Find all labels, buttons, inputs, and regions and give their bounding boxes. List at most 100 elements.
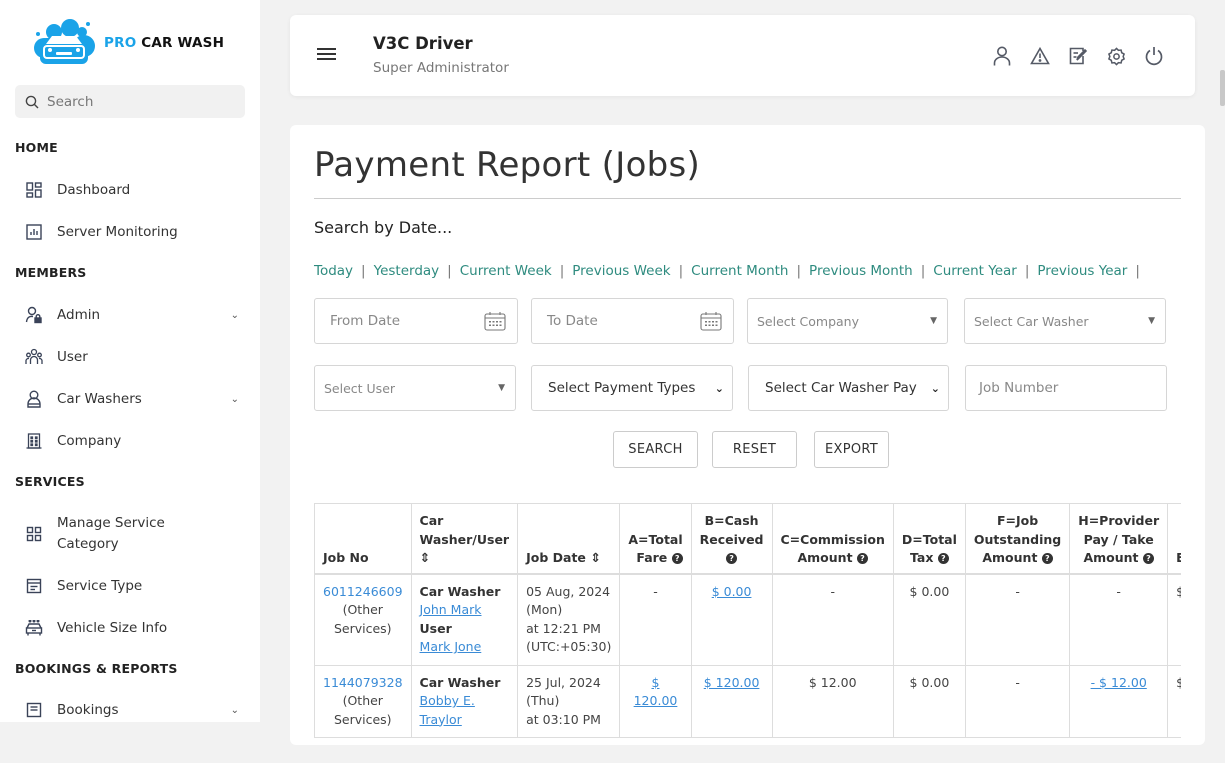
help-icon[interactable]: ?: [856, 553, 868, 564]
select-car-washer-pay-dropdown[interactable]: Select Car Washer Pay ⌄: [748, 365, 949, 411]
range-current-week[interactable]: Current Week: [460, 263, 552, 279]
sidebar-item-server-monitoring[interactable]: Server Monitoring: [24, 222, 244, 242]
sidebar-item-vehicle-size-info[interactable]: Vehicle Size Info: [24, 618, 244, 638]
help-icon[interactable]: ?: [1041, 553, 1053, 564]
sort-icon[interactable]: ⇕: [590, 550, 600, 565]
job-no-link[interactable]: 1144079328: [323, 675, 403, 690]
sidebar-item-bookings[interactable]: Bookings ⌄: [24, 700, 244, 720]
sidebar-search-placeholder: Search: [47, 93, 94, 110]
brand-logo[interactable]: PRO CAR WASH: [30, 18, 224, 68]
help-icon[interactable]: ?: [671, 553, 683, 564]
help-icon[interactable]: ?: [1142, 553, 1154, 564]
sidebar-item-car-washers[interactable]: Car Washers ⌄: [24, 389, 244, 409]
brand-name: PRO CAR WASH: [104, 35, 224, 51]
sidebar-item-service-type[interactable]: Service Type: [24, 576, 244, 596]
brand-pro: PRO: [104, 35, 137, 51]
sidebar-item-label: Server Monitoring: [57, 224, 178, 240]
cell-commission: $ 12.00: [771, 664, 894, 738]
cash-received-link[interactable]: $ 0.00: [712, 584, 752, 599]
select-company-dropdown[interactable]: Select Company ▼: [747, 298, 948, 344]
date-line: 25 Jul, 2024: [526, 674, 601, 690]
sidebar-item-admin[interactable]: Admin ⌄: [24, 305, 244, 325]
range-previous-week[interactable]: Previous Week: [572, 263, 670, 279]
profile-icon[interactable]: [991, 45, 1013, 67]
col-car-washer-user[interactable]: Car Washer/User ⇕: [410, 503, 519, 574]
alert-icon[interactable]: [1029, 45, 1051, 67]
select-company-placeholder: Select Company: [757, 313, 860, 329]
range-yesterday[interactable]: Yesterday: [374, 263, 440, 279]
power-logout-icon[interactable]: [1143, 45, 1165, 67]
select-car-washer-dropdown[interactable]: Select Car Washer ▼: [964, 298, 1166, 344]
page-title: Payment Report (Jobs): [314, 145, 701, 185]
sidebar-item-manage-service-category[interactable]: Manage Service Category: [24, 514, 244, 554]
range-previous-month[interactable]: Previous Month: [809, 263, 913, 279]
sidebar-item-company[interactable]: Company: [24, 431, 244, 451]
total-fare-link[interactable]: $ 120.00: [634, 675, 678, 709]
provider-pay-link[interactable]: - $ 12.00: [1091, 675, 1147, 690]
service-type-icon: [24, 576, 44, 596]
cell-outstanding: -: [964, 573, 1071, 666]
sidebar-item-label: Bookings: [57, 702, 119, 718]
sidebar-search-input[interactable]: Search: [15, 85, 245, 118]
car-washer-link[interactable]: Traylor: [420, 712, 462, 727]
header-label: F=Job: [996, 513, 1039, 528]
date-line: (Mon): [526, 602, 563, 617]
col-job-no[interactable]: Job No: [314, 503, 412, 574]
from-date-input[interactable]: From Date: [314, 298, 518, 344]
car-washer-link[interactable]: Bobby E.: [420, 693, 475, 708]
cell-cash-received: $ 0.00: [690, 573, 773, 666]
header-label: H=Provider: [1078, 513, 1160, 528]
edit-report-icon[interactable]: [1067, 45, 1089, 67]
car-washer-link[interactable]: John Mark: [420, 602, 482, 617]
select-user-dropdown[interactable]: Select User ▼: [314, 365, 516, 411]
header-label: Ea: [1176, 550, 1181, 565]
cell-car-washer-user: Car Washer Bobby E. Traylor: [410, 664, 519, 738]
page-scrollbar-thumb[interactable]: [1220, 70, 1225, 106]
col-provider-pay: H=Provider Pay / Take Amount ?: [1069, 503, 1169, 574]
export-button[interactable]: EXPORT: [814, 431, 889, 468]
to-date-input[interactable]: To Date: [531, 298, 734, 344]
cell-job-date: 05 Aug, 2024 (Mon) at 12:21 PM (UTC:+05:30): [517, 573, 621, 666]
sidebar: PRO CAR WASH Search HOME Dashboard Serve…: [0, 0, 260, 722]
settings-gear-icon[interactable]: [1105, 45, 1127, 67]
range-current-year[interactable]: Current Year: [933, 263, 1017, 279]
car-washer-icon: [24, 389, 44, 409]
select-payment-types-dropdown[interactable]: Select Payment Types ⌄: [531, 365, 733, 411]
search-button[interactable]: SEARCH: [613, 431, 698, 468]
hamburger-menu-icon[interactable]: [317, 48, 336, 63]
range-previous-year[interactable]: Previous Year: [1037, 263, 1127, 279]
chevron-down-icon: ⌄: [230, 309, 239, 321]
section-members: MEMBERS: [15, 265, 87, 280]
reset-button[interactable]: RESET: [712, 431, 797, 468]
service-type-label: Services): [333, 711, 392, 727]
job-number-input[interactable]: Job Number: [965, 365, 1167, 411]
sidebar-item-user[interactable]: User: [24, 347, 244, 367]
cell-cash-received: $ 120.00: [690, 664, 773, 738]
cash-received-link[interactable]: $ 120.00: [704, 675, 760, 690]
car-icon: [24, 618, 44, 638]
date-line: (Thu): [526, 693, 560, 708]
service-type-label: Services): [333, 620, 392, 636]
user-link[interactable]: Mark Jone: [420, 639, 482, 654]
bookings-icon: [24, 700, 44, 720]
range-current-month[interactable]: Current Month: [691, 263, 788, 279]
range-today[interactable]: Today: [314, 263, 353, 279]
col-job-date[interactable]: Job Date ⇕: [517, 503, 621, 574]
bar-chart-icon: [24, 222, 44, 242]
help-icon[interactable]: ?: [937, 553, 949, 564]
sidebar-item-label: User: [57, 349, 88, 365]
select-car-washer-pay-value: Select Car Washer Pay: [765, 380, 917, 396]
sort-icon[interactable]: ⇕: [420, 550, 430, 565]
calendar-icon[interactable]: [484, 311, 506, 331]
user-name: V3C Driver: [373, 34, 473, 53]
calendar-icon[interactable]: [700, 311, 722, 331]
from-date-placeholder: From Date: [330, 313, 401, 329]
report-table-container[interactable]: Job No Car Washer/User ⇕ Job Date ⇕ A=Tota…: [314, 503, 1181, 763]
cell-job-date: 25 Jul, 2024 (Thu) at 03:10 PM: [517, 664, 621, 738]
job-no-link[interactable]: 6011246609: [323, 584, 403, 599]
help-icon[interactable]: ?: [726, 553, 738, 564]
header-label: Washer/User: [419, 531, 510, 547]
col-total-tax: D=Total Tax ?: [892, 503, 966, 574]
cell-total-tax: $ 0.00: [892, 573, 966, 666]
sidebar-item-dashboard[interactable]: Dashboard: [24, 180, 244, 200]
